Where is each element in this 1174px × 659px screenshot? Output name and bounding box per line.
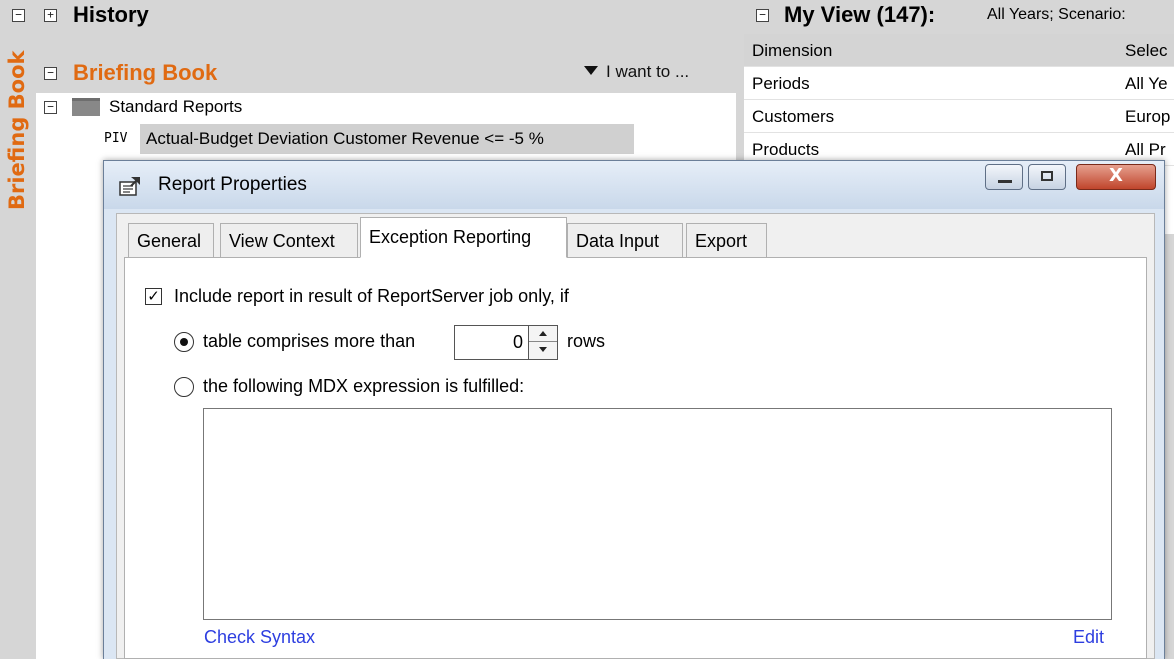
tab-view-context[interactable]: View Context	[220, 223, 358, 257]
stepper-up-icon[interactable]	[529, 326, 557, 342]
row-dimension: Periods	[752, 74, 810, 93]
row-dimension: Customers	[752, 107, 835, 126]
history-title[interactable]: History	[73, 2, 149, 28]
folder-icon	[72, 98, 100, 116]
close-button[interactable]: X	[1076, 164, 1156, 190]
radio-table-rows[interactable]	[174, 332, 194, 352]
myview-collapse-icon[interactable]: −	[756, 9, 769, 22]
stepper-down-icon[interactable]	[529, 342, 557, 359]
minimize-button[interactable]	[985, 164, 1023, 190]
history-expand-icon[interactable]: +	[44, 9, 57, 22]
dropdown-arrow-icon	[584, 66, 598, 75]
radio-mdx-expression[interactable]	[174, 377, 194, 397]
my-view-title[interactable]: My View (147):	[784, 2, 935, 28]
maximize-button[interactable]	[1028, 164, 1066, 190]
folder-standard-reports[interactable]: Standard Reports	[109, 97, 242, 117]
tab-general[interactable]: General	[128, 223, 214, 257]
briefing-book-title[interactable]: Briefing Book	[73, 60, 217, 86]
folder-collapse-icon[interactable]: −	[44, 101, 57, 114]
pivot-report-icon: PIV	[104, 131, 128, 146]
tab-data-input[interactable]: Data Input	[567, 223, 683, 257]
radio-table-rows-label[interactable]: table comprises more than	[203, 331, 415, 352]
grid-header: Dimension Selec	[744, 34, 1174, 67]
briefing-collapse-icon[interactable]: −	[44, 67, 57, 80]
i-want-to-menu[interactable]: I want to ...	[584, 62, 689, 82]
rows-suffix-label: rows	[567, 331, 606, 351]
tab-export[interactable]: Export	[686, 223, 767, 257]
i-want-to-label: I want to ...	[606, 62, 690, 81]
include-checkbox-label[interactable]: Include report in result of ReportServer…	[174, 286, 569, 307]
rows-count-input[interactable]	[454, 325, 534, 360]
report-list-item[interactable]: Actual-Budget Deviation Customer Revenue…	[140, 124, 634, 154]
table-row[interactable]: Periods All Ye	[744, 67, 1174, 100]
tab-exception-reporting[interactable]: Exception Reporting	[360, 217, 567, 258]
include-checkbox[interactable]: ✓	[145, 288, 162, 305]
row-selection: All Ye	[1125, 74, 1168, 93]
collapse-all-icon[interactable]: −	[12, 9, 25, 22]
sidebar-label[interactable]: Briefing Book	[4, 10, 30, 211]
radio-mdx-expression-label[interactable]: the following MDX expression is fulfille…	[203, 376, 524, 397]
table-row[interactable]: Customers Europ	[744, 100, 1174, 133]
properties-icon	[119, 177, 140, 196]
check-syntax-link[interactable]: Check Syntax	[204, 627, 315, 648]
header-selection[interactable]: Selec	[1125, 34, 1168, 66]
row-selection: Europ	[1125, 107, 1171, 126]
mdx-expression-textarea[interactable]	[203, 408, 1112, 620]
my-view-context: All Years; Scenario:	[987, 6, 1126, 23]
edit-link[interactable]: Edit	[1073, 627, 1104, 648]
dialog-title: Report Properties	[158, 174, 307, 195]
header-dimension[interactable]: Dimension	[752, 34, 832, 66]
